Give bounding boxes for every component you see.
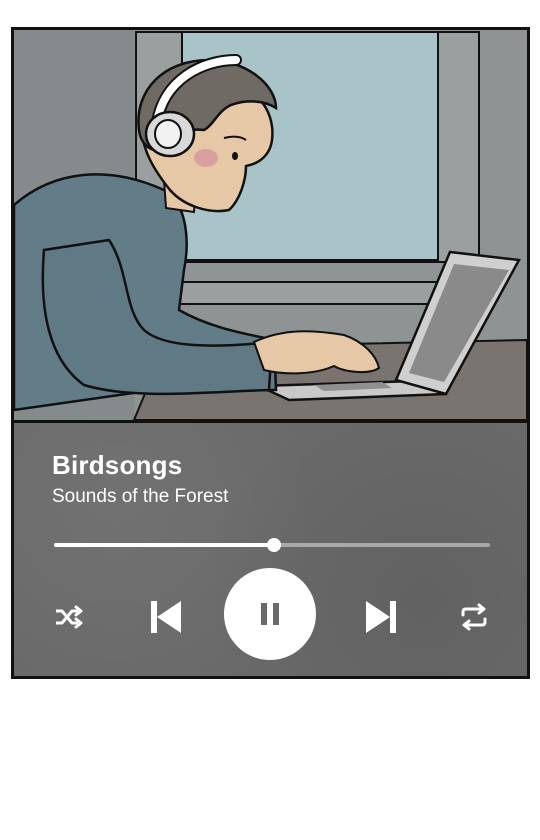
progress-bar[interactable] bbox=[54, 538, 490, 552]
previous-track-button[interactable] bbox=[144, 595, 188, 639]
progress-thumb[interactable] bbox=[267, 538, 282, 552]
next-track-button[interactable] bbox=[359, 595, 403, 639]
album-artwork bbox=[14, 30, 527, 423]
track-title: Birdsongs bbox=[52, 450, 183, 480]
repeat-button[interactable] bbox=[454, 597, 494, 637]
pause-button[interactable] bbox=[224, 568, 316, 660]
music-player-card: Birdsongs Sounds of the Forest bbox=[11, 27, 530, 679]
shuffle-button[interactable] bbox=[48, 597, 88, 637]
now-playing-panel: Birdsongs Sounds of the Forest bbox=[14, 423, 527, 676]
skip-previous-icon bbox=[151, 601, 181, 633]
track-artist: Sounds of the Forest bbox=[52, 486, 229, 507]
repeat-icon bbox=[461, 603, 487, 631]
shuffle-icon bbox=[56, 605, 83, 629]
skip-next-icon bbox=[366, 601, 396, 633]
progress-fill bbox=[54, 543, 275, 547]
album-artwork-illustration bbox=[14, 30, 527, 420]
pause-icon bbox=[261, 603, 279, 625]
